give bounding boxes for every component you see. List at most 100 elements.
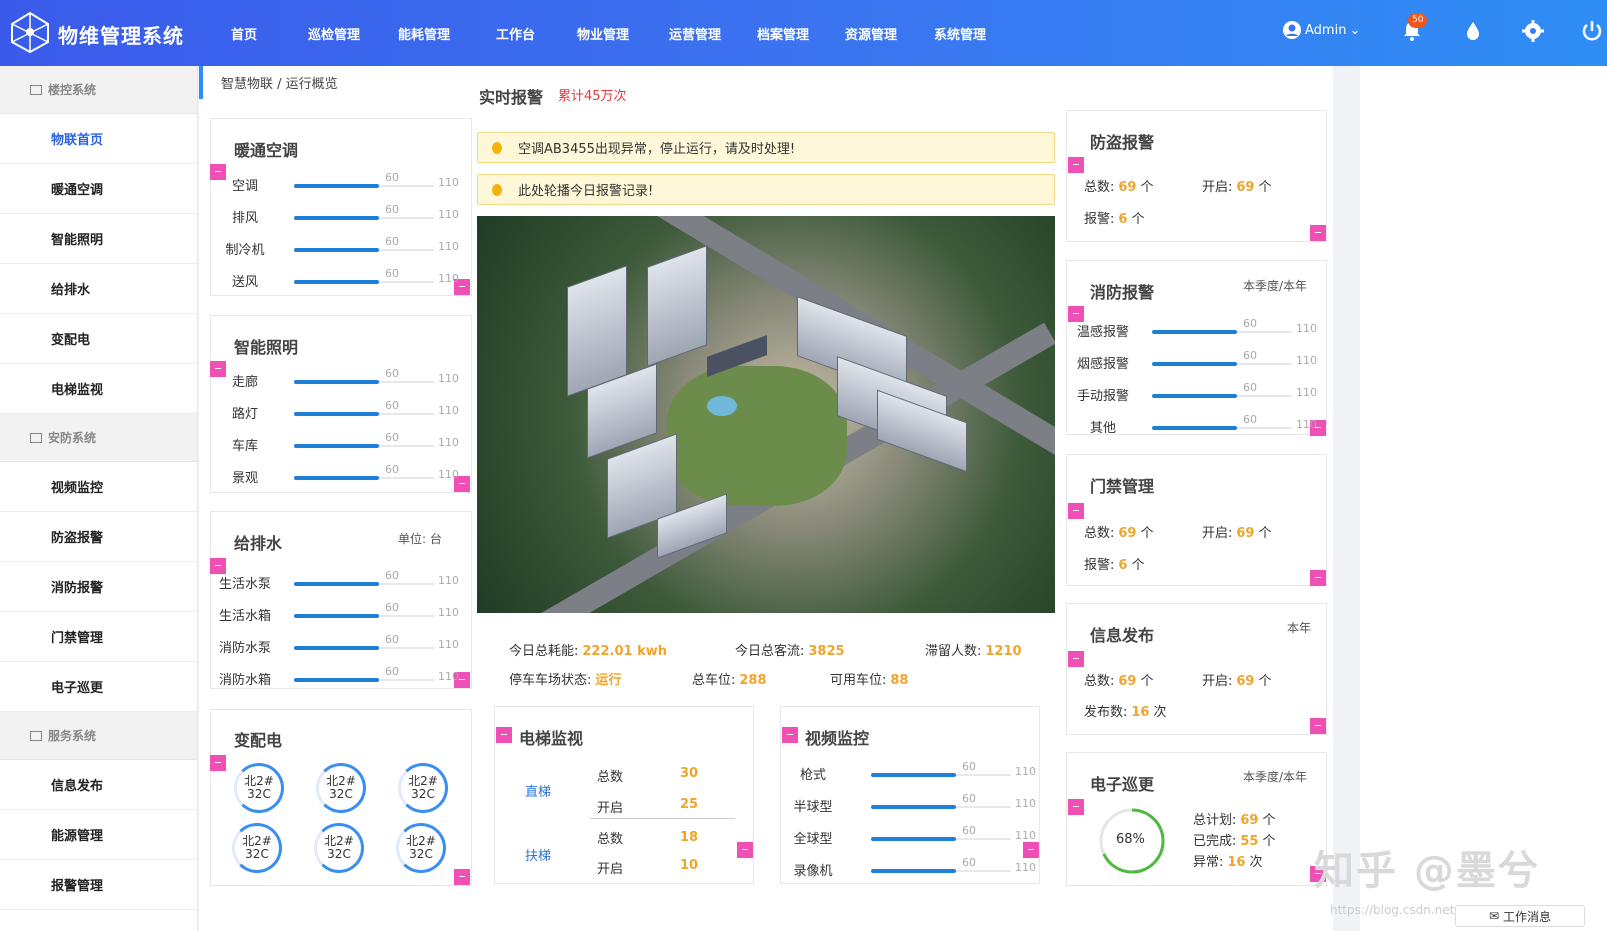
sidebar-item-patrol[interactable]: 电子巡更 <box>0 662 197 712</box>
sidebar-item-video[interactable]: 视频监控 <box>0 462 197 512</box>
patrol-plan: 总计划: 69 个 <box>1193 813 1276 828</box>
metric-value: 60 <box>1243 349 1257 362</box>
metric-max: 110 <box>1015 829 1036 842</box>
sidebar-group-security[interactable]: 安防系统 <box>0 414 197 462</box>
right-blank-pane <box>1360 66 1607 931</box>
expand-icon[interactable] <box>1068 306 1084 322</box>
expand-icon[interactable] <box>1068 651 1084 667</box>
nav-property[interactable]: 物业管理 <box>577 24 629 43</box>
expand-icon[interactable] <box>210 755 226 771</box>
expand-icon[interactable] <box>782 727 798 743</box>
sidebar-item-access[interactable]: 门禁管理 <box>0 612 197 662</box>
metric-label: 制冷机 <box>225 243 265 258</box>
stat-free: 可用车位: 88 <box>830 673 909 688</box>
elevator-escalator-label: 扶梯 <box>525 849 552 864</box>
metric-max: 110 <box>438 176 459 189</box>
metric-bar <box>294 444 379 448</box>
metric-value: 60 <box>385 665 399 678</box>
power-icon[interactable] <box>1580 19 1604 43</box>
metric-row: 全球型 60 110 <box>787 824 1047 848</box>
power-gauge: 北2# 32C <box>234 763 284 813</box>
expand-icon[interactable] <box>496 727 512 743</box>
power-gauge: 北2# 32C <box>314 823 364 873</box>
metric-label: 生活水箱 <box>218 609 271 624</box>
sidebar-item-info[interactable]: 信息发布 <box>0 760 197 810</box>
list-icon <box>30 84 42 95</box>
app-title: 物维管理系统 <box>58 24 184 48</box>
metric-max: 110 <box>1015 861 1036 874</box>
lighting-title: 智能照明 <box>234 338 299 357</box>
patrol-title: 电子巡更 <box>1090 775 1155 794</box>
expand-icon[interactable] <box>210 558 226 574</box>
metric-bar-track <box>379 281 434 283</box>
sidebar-item-theft[interactable]: 防盗报警 <box>0 512 197 562</box>
power-gauge: 北2# 32C <box>232 823 282 873</box>
nav-inspection[interactable]: 巡检管理 <box>308 24 360 43</box>
user-menu[interactable]: Admin ⌄ <box>1282 20 1360 40</box>
metric-bar-track <box>379 249 434 251</box>
nav-home[interactable]: 首页 <box>231 24 257 43</box>
metric-bar-track <box>379 445 434 447</box>
gauge-value: 32C <box>409 847 433 861</box>
expand-icon[interactable] <box>1068 157 1084 173</box>
sidebar-item-iot-home[interactable]: 物联首页 <box>0 114 197 164</box>
sidebar-group-building[interactable]: 楼控系统 <box>0 66 197 114</box>
sidebar-item-elevator[interactable]: 电梯监视 <box>0 364 197 414</box>
expand-icon[interactable] <box>1068 503 1084 519</box>
metric-bar-track <box>956 870 1011 872</box>
metric-row: 消防水泵 60 110 <box>210 633 470 657</box>
stat-energy: 今日总耗能: 222.01 kwh <box>509 644 667 659</box>
metric-value: 60 <box>385 463 399 476</box>
metric-bar <box>294 216 379 220</box>
list-icon <box>30 432 42 443</box>
watermark: 知乎 @墨兮 <box>1314 848 1540 894</box>
expand-icon[interactable] <box>1068 799 1084 815</box>
nav-energy[interactable]: 能耗管理 <box>398 24 450 43</box>
work-message-button[interactable]: ✉ 工作消息 <box>1455 905 1585 927</box>
watermark-url: https://blog.csdn.net/... <box>1330 903 1470 917</box>
patrol-period: 本季度/本年 <box>1243 770 1308 784</box>
alarm-title: 实时报警 <box>479 88 544 107</box>
gear-icon[interactable] <box>1521 19 1545 43</box>
alert-banner[interactable]: 此处轮播今日报警记录! <box>477 174 1055 205</box>
metric-label: 生活水泵 <box>218 577 271 592</box>
sidebar-item-alarm[interactable]: 报警管理 <box>0 860 197 910</box>
sidebar-item-power[interactable]: 变配电 <box>0 314 197 364</box>
sidebar-item-water[interactable]: 给排水 <box>0 264 197 314</box>
metric-label: 消防水泵 <box>218 641 271 656</box>
expand-icon[interactable] <box>454 869 470 885</box>
expand-icon[interactable] <box>1310 225 1326 241</box>
expand-icon[interactable] <box>1310 718 1326 734</box>
metric-label: 全球型 <box>793 832 833 847</box>
metric-value: 60 <box>962 824 976 837</box>
sidebar-item-lighting[interactable]: 智能照明 <box>0 214 197 264</box>
theft-title: 防盗报警 <box>1090 133 1155 152</box>
alert-banner[interactable]: 空调AB3455出现异常，停止运行，请及时处理! <box>477 132 1055 163</box>
sidebar-group-service[interactable]: 服务系统 <box>0 712 197 760</box>
nav-operation[interactable]: 运营管理 <box>669 24 721 43</box>
water-drop-icon[interactable] <box>1461 19 1485 43</box>
elevator-open-value: 25 <box>680 797 699 812</box>
sidebar-item-energy[interactable]: 能源管理 <box>0 810 197 860</box>
metric-value: 60 <box>385 399 399 412</box>
nav-system[interactable]: 系统管理 <box>934 24 986 43</box>
sidebar-item-hvac[interactable]: 暖通空调 <box>0 164 197 214</box>
metric-value: 60 <box>962 856 976 869</box>
nav-resource[interactable]: 资源管理 <box>845 24 897 43</box>
metric-bar <box>294 380 379 384</box>
metric-row: 路灯 60 110 <box>210 399 470 423</box>
expand-icon[interactable] <box>737 842 753 858</box>
sidebar: 楼控系统 物联首页 暖通空调 智能照明 给排水 变配电 电梯监视 安防系统 视频… <box>0 66 198 931</box>
metric-max: 110 <box>438 404 459 417</box>
nav-archive[interactable]: 档案管理 <box>757 24 809 43</box>
nav-workbench[interactable]: 工作台 <box>496 24 535 43</box>
metric-bar <box>294 582 379 586</box>
metric-bar <box>294 614 379 618</box>
metric-label: 路灯 <box>231 407 258 422</box>
stat-spots: 总车位: 288 <box>692 673 767 688</box>
metric-max: 110 <box>1296 354 1317 367</box>
sidebar-item-fire[interactable]: 消防报警 <box>0 562 197 612</box>
expand-icon[interactable] <box>1310 570 1326 586</box>
escalator-total-value: 18 <box>680 830 699 845</box>
metric-value: 60 <box>385 235 399 248</box>
